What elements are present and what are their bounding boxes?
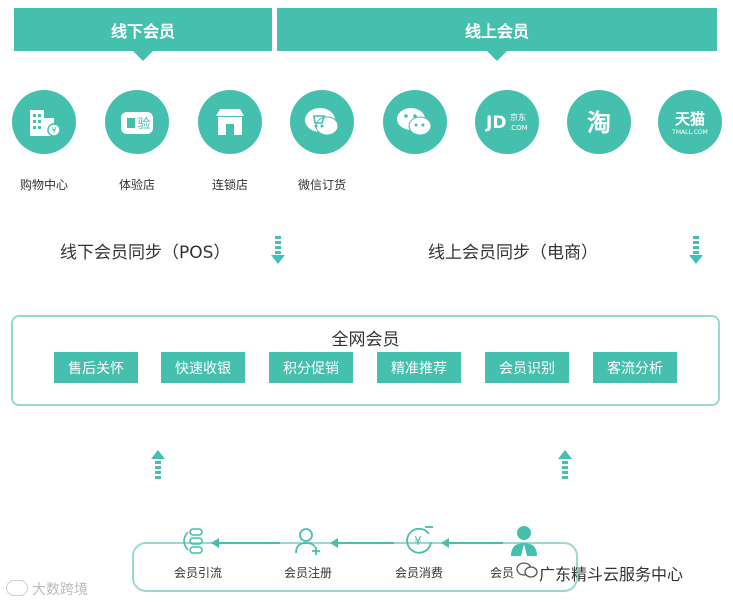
flow-step-traffic: 会员引流 — [173, 566, 222, 580]
svg-text:天猫: 天猫 — [675, 110, 705, 128]
online-members-banner: 线上会员 — [277, 8, 717, 61]
member-service-icon — [511, 526, 537, 556]
jd-icon: JD 京东 .COM — [475, 90, 539, 154]
svg-text:TMALL.COM: TMALL.COM — [671, 129, 708, 136]
mall-icon: ¥ — [12, 90, 76, 154]
wechat-icon — [383, 90, 447, 154]
offline-sync-label: 线下会员同步（POS） — [60, 243, 231, 263]
experience-store-icon: 验 — [105, 90, 169, 154]
flow-connector — [332, 542, 394, 544]
svg-text:JD: JD — [485, 113, 506, 133]
channel-label-chain-store: 连锁店 — [211, 178, 248, 192]
offline-members-title: 线下会员 — [110, 21, 175, 41]
banner-pointer — [133, 51, 153, 61]
banner-pointer — [487, 51, 507, 61]
feature-precise-recommendation: 精准推荐 — [377, 352, 461, 383]
wechat-watermark-icon — [516, 562, 538, 578]
online-sync-label: 线上会员同步（电商） — [428, 243, 598, 263]
tmall-icon: 天猫 TMALL.COM — [658, 90, 722, 154]
feature-points-promotion: 积分促销 — [269, 352, 353, 383]
svg-text:¥: ¥ — [51, 126, 56, 135]
feature-quick-checkout: 快速收银 — [161, 352, 245, 383]
chain-store-icon — [198, 90, 262, 154]
svg-text:验: 验 — [137, 116, 150, 132]
flow-step-register: 会员注册 — [283, 566, 332, 580]
flow-step-consumption: 会员消费 — [394, 566, 443, 580]
watermark-brand: 大数跨境 — [32, 582, 88, 598]
svg-text:京东: 京东 — [510, 112, 526, 122]
svg-text:.COM: .COM — [509, 124, 528, 132]
feature-after-sales-care: 售后关怀 — [54, 352, 138, 383]
svg-text:淘: 淘 — [587, 109, 611, 137]
taobao-icon: 淘 — [567, 90, 631, 154]
flow-connector — [443, 542, 503, 544]
up-arrow-icon — [151, 450, 165, 479]
feature-traffic-analysis: 客流分析 — [593, 352, 677, 383]
down-arrow-icon — [689, 236, 703, 264]
left-arrow-icon — [211, 538, 219, 548]
left-arrow-icon — [330, 538, 338, 548]
member-consumption-icon: ¥ — [406, 526, 433, 554]
up-arrow-icon — [558, 450, 572, 479]
online-members-title: 线上会员 — [464, 21, 529, 41]
watermark-account-name: 广东精斗云服务中心 — [539, 565, 684, 584]
channel-label-mall: 购物中心 — [19, 178, 68, 192]
panel-title: 全网会员 — [331, 330, 400, 350]
feature-member-recognition: 会员识别 — [485, 352, 569, 383]
left-arrow-icon — [441, 538, 449, 548]
member-register-icon — [295, 528, 320, 555]
channel-label-experience-store: 体验店 — [118, 178, 155, 192]
flow-connector — [213, 542, 280, 544]
wechat-ordering-icon — [290, 90, 354, 154]
offline-members-banner: 线下会员 — [14, 8, 272, 61]
member-traffic-icon — [183, 528, 203, 554]
watermark-logo-icon — [6, 580, 28, 596]
svg-text:¥: ¥ — [414, 534, 422, 548]
channel-label-wechat-ordering: 微信订货 — [297, 178, 346, 192]
down-arrow-icon — [271, 236, 285, 264]
